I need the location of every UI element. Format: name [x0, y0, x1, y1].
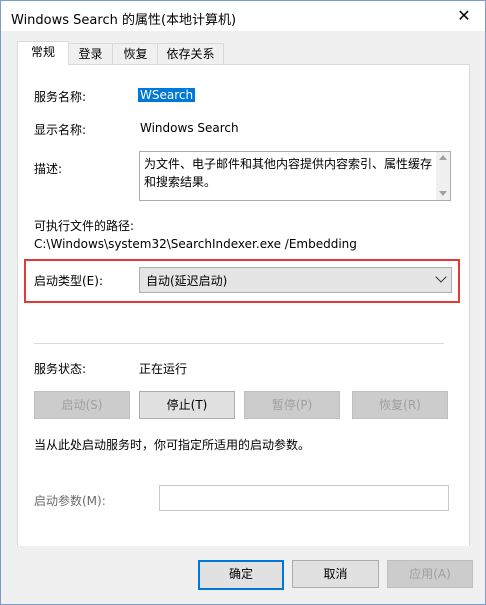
exec-path-value: C:\Windows\system32\SearchIndexer.exe /E…	[34, 237, 357, 251]
display-name-label: 显示名称:	[34, 123, 87, 137]
tab-recovery[interactable]: 恢复	[112, 43, 159, 64]
startup-type-label: 启动类型(E):	[34, 274, 103, 288]
cancel-button[interactable]: 取消	[292, 560, 379, 588]
chevron-down-icon	[435, 271, 447, 283]
window-title: Windows Search 的属性(本地计算机)	[11, 13, 237, 28]
ok-button[interactable]: 确定	[198, 560, 284, 590]
scroll-down-icon[interactable]	[439, 191, 447, 196]
description-box[interactable]: 为文件、电子邮件和其他内容提供内容索引、属性缓存和搜索结果。	[139, 151, 451, 201]
tab-logon[interactable]: 登录	[67, 43, 114, 64]
startup-type-select[interactable]: 自动(延迟启动)	[139, 267, 452, 293]
properties-dialog: Windows Search 的属性(本地计算机) ✕ 常规 登录 恢复 依存关…	[0, 0, 486, 605]
description-label: 描述:	[34, 162, 63, 176]
display-name-value[interactable]: Windows Search	[140, 121, 239, 135]
close-icon[interactable]: ✕	[453, 5, 475, 27]
divider	[34, 343, 444, 344]
start-params-input[interactable]	[159, 485, 449, 511]
stop-button[interactable]: 停止(T)	[139, 391, 235, 419]
apply-button[interactable]: 应用(A)	[387, 560, 473, 588]
pause-button[interactable]: 暂停(P)	[244, 391, 340, 419]
description-text: 为文件、电子邮件和其他内容提供内容索引、属性缓存和搜索结果。	[144, 157, 433, 189]
footer: 确定 取消 应用(A)	[1, 546, 485, 604]
service-name-value[interactable]: WSearch	[138, 88, 196, 102]
start-params-label: 启动参数(M):	[34, 494, 106, 508]
scroll-up-icon[interactable]	[439, 155, 447, 160]
general-panel: 服务名称: WSearch 显示名称: Windows Search 描述: 为…	[17, 64, 470, 548]
title-bar: Windows Search 的属性(本地计算机) ✕	[1, 1, 485, 31]
startup-type-value: 自动(延迟启动)	[146, 274, 228, 288]
service-status-label: 服务状态:	[34, 362, 87, 376]
tab-general[interactable]: 常规	[17, 41, 69, 65]
service-name-label: 服务名称:	[34, 90, 87, 104]
exec-path-label: 可执行文件的路径:	[34, 219, 135, 233]
tab-dependencies[interactable]: 依存关系	[157, 43, 224, 64]
resume-button[interactable]: 恢复(R)	[352, 391, 448, 419]
start-button[interactable]: 启动(S)	[34, 391, 130, 419]
service-status-value: 正在运行	[139, 362, 188, 376]
start-params-hint: 当从此处启动服务时，你可指定所适用的启动参数。	[34, 438, 311, 452]
description-scrollbar[interactable]	[436, 152, 450, 200]
